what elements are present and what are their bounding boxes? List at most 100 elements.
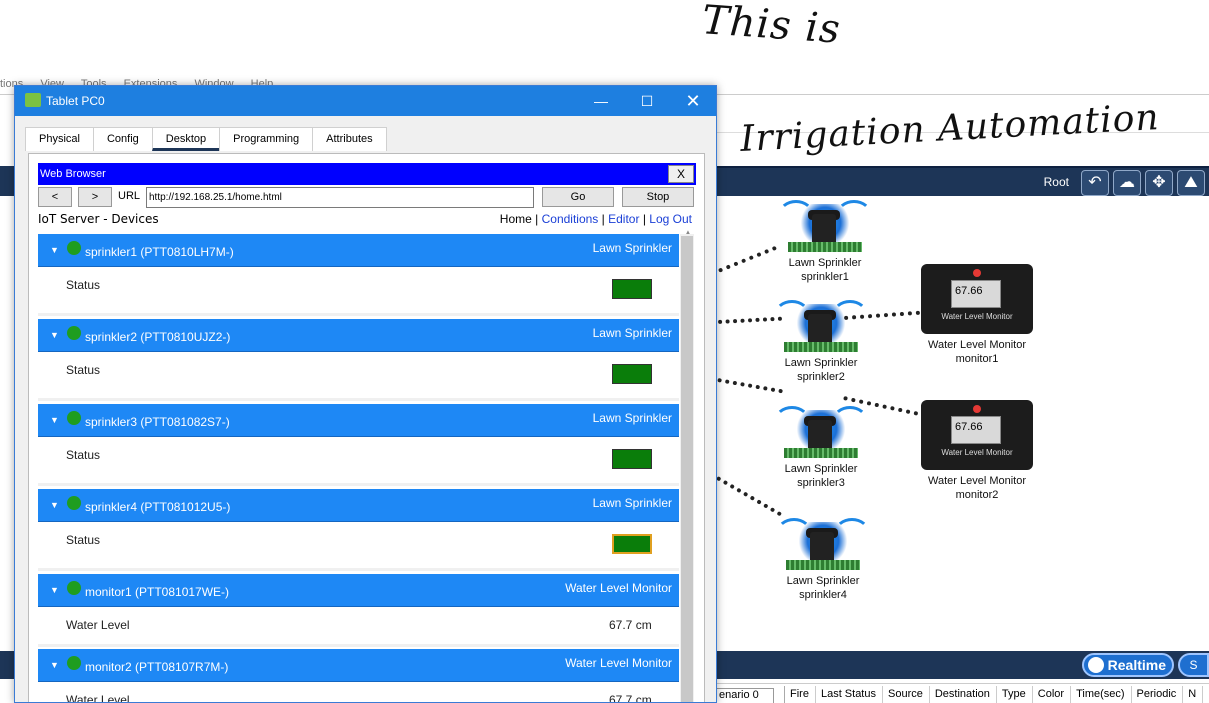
device-type-label: Water Level Monitor (927, 475, 1027, 487)
editor-link[interactable]: Editor (608, 212, 639, 226)
cloud-icon[interactable]: ☁ (1113, 170, 1141, 196)
water-level-monitor-icon: 67.66 Water Level Monitor (921, 400, 1033, 470)
go-button[interactable]: Go (542, 187, 614, 207)
simulation-mode-button[interactable]: S (1178, 653, 1209, 677)
monitor-caption: Water Level Monitor (941, 312, 1013, 321)
handwritten-annotation: This is (700, 0, 843, 53)
scrollbar[interactable] (680, 234, 694, 702)
stop-button[interactable]: Stop (622, 187, 694, 207)
property-label: Status (66, 533, 101, 547)
tab-desktop[interactable]: Desktop (151, 127, 221, 151)
water-level-monitor-device[interactable]: 67.66 Water Level Monitor Water Level Mo… (917, 400, 1037, 502)
column-header[interactable]: Color (1033, 686, 1072, 703)
pdu-list-header: enario 0 Fire Last Status Source Destina… (716, 683, 1209, 703)
column-header[interactable]: Time(sec) (1071, 686, 1132, 703)
device-type-label: Lawn Sprinkler (788, 257, 862, 269)
online-status-icon (67, 496, 81, 510)
property-label: Status (66, 448, 101, 462)
handwritten-annotation: Irrigation Automation (739, 97, 1161, 160)
water-level-monitor-device[interactable]: 67.66 Water Level Monitor Water Level Mo… (917, 264, 1037, 366)
sprinkler-device[interactable]: Lawn Sprinkler sprinkler2 (766, 296, 876, 384)
column-header[interactable]: Source (883, 686, 930, 703)
status-toggle[interactable] (612, 279, 652, 299)
device-header[interactable]: ▼ monitor1 (PTT081017WE-) Water Level Mo… (38, 574, 679, 607)
tab-physical[interactable]: Physical (25, 127, 94, 151)
column-header[interactable]: Type (997, 686, 1033, 703)
device-name: sprinkler3 (PTT081082S7-) (85, 415, 230, 429)
tab-programming[interactable]: Programming (219, 127, 314, 151)
sprinkler-device[interactable]: Lawn Sprinkler sprinkler4 (768, 514, 878, 602)
device-type: Lawn Sprinkler (592, 241, 672, 255)
chevron-down-icon[interactable]: ▼ (50, 245, 59, 255)
back-arrow-icon[interactable]: ↶ (1081, 170, 1109, 196)
logout-link[interactable]: Log Out (649, 212, 692, 226)
window-tabbar: Physical Config Desktop Programming Attr… (25, 127, 387, 151)
chevron-down-icon[interactable]: ▼ (50, 330, 59, 340)
browser-close-button[interactable]: X (668, 165, 694, 183)
chevron-down-icon[interactable]: ▼ (50, 660, 59, 670)
sprinkler-device[interactable]: Lawn Sprinkler sprinkler3 (766, 402, 876, 490)
device-name-label: sprinkler3 (797, 477, 845, 489)
window-titlebar[interactable]: Tablet PC0 — ☐ ✕ (15, 86, 716, 116)
property-label: Status (66, 278, 101, 292)
device-name: sprinkler1 (PTT0810LH7M-) (85, 245, 234, 259)
background-image-icon[interactable]: ⛰ (1177, 170, 1205, 196)
device-header[interactable]: ▼ monitor2 (PTT08107R7M-) Water Level Mo… (38, 649, 679, 682)
tablet-app-icon (25, 93, 41, 107)
lawn-sprinkler-icon (766, 402, 876, 462)
device-header[interactable]: ▼ sprinkler1 (PTT0810LH7M-) Lawn Sprinkl… (38, 234, 679, 267)
move-icon[interactable]: ✥ (1145, 170, 1173, 196)
tab-config[interactable]: Config (92, 127, 153, 151)
monitor-caption: Water Level Monitor (941, 448, 1013, 457)
tab-attributes[interactable]: Attributes (312, 127, 387, 151)
device-header[interactable]: ▼ sprinkler3 (PTT081082S7-) Lawn Sprinkl… (38, 404, 679, 437)
device-name-label: sprinkler2 (797, 371, 845, 383)
device-name: sprinkler4 (PTT081012U5-) (85, 500, 231, 514)
lawn-sprinkler-icon (770, 196, 880, 256)
device-header[interactable]: ▼ sprinkler4 (PTT081012U5-) Lawn Sprinkl… (38, 489, 679, 522)
device-name-label: sprinkler1 (801, 271, 849, 283)
device-list: ▼ sprinkler1 (PTT0810LH7M-) Lawn Sprinkl… (38, 234, 679, 702)
chevron-down-icon[interactable]: ▼ (50, 585, 59, 595)
property-label: Water Level (66, 618, 130, 632)
scenario-select[interactable]: enario 0 (716, 688, 774, 703)
url-input[interactable] (146, 187, 534, 208)
device-type-label: Water Level Monitor (927, 339, 1027, 351)
minimize-icon[interactable]: — (578, 86, 624, 116)
chevron-down-icon[interactable]: ▼ (50, 415, 59, 425)
online-status-icon (67, 326, 81, 340)
close-icon[interactable]: ✕ (670, 86, 716, 116)
back-button[interactable]: < (38, 187, 72, 207)
device-body: Status (38, 522, 679, 571)
status-toggle[interactable] (612, 534, 652, 554)
home-link[interactable]: Home (500, 212, 532, 226)
link-separator: | (642, 212, 646, 226)
realtime-mode-button[interactable]: Realtime (1082, 653, 1174, 677)
device-body: Status (38, 267, 679, 316)
forward-button[interactable]: > (78, 187, 112, 207)
maximize-icon[interactable]: ☐ (624, 86, 670, 116)
monitor-reading: 67.66 (951, 416, 1001, 444)
logical-toolbar: Root ↶ ☁ ✥ ⛰ (716, 166, 1209, 196)
device-body: Water Level 67.7 cm (38, 607, 679, 647)
sprinkler-device[interactable]: Lawn Sprinkler sprinkler1 (770, 196, 880, 284)
device-item: ▼ monitor1 (PTT081017WE-) Water Level Mo… (38, 574, 679, 649)
column-header[interactable]: Last Status (816, 686, 883, 703)
column-header[interactable]: Destination (930, 686, 997, 703)
link-separator: | (535, 212, 539, 226)
device-name-label: sprinkler4 (799, 589, 847, 601)
scrollbar-thumb[interactable] (681, 236, 693, 702)
browser-title: Web Browser (40, 168, 106, 180)
logical-workspace-canvas[interactable]: Lawn Sprinkler sprinkler1 Lawn Sprinkler… (716, 196, 1209, 633)
device-header[interactable]: ▼ sprinkler2 (PTT0810UJZ2-) Lawn Sprinkl… (38, 319, 679, 352)
device-item: ▼ sprinkler4 (PTT081012U5-) Lawn Sprinkl… (38, 489, 679, 574)
column-header[interactable]: Fire (785, 686, 816, 703)
column-header[interactable]: N (1183, 686, 1204, 703)
conditions-link[interactable]: Conditions (542, 212, 599, 226)
column-header[interactable]: Periodic (1132, 686, 1184, 703)
device-body: Status (38, 352, 679, 401)
status-toggle[interactable] (612, 449, 652, 469)
device-name: monitor2 (PTT08107R7M-) (85, 660, 229, 674)
chevron-down-icon[interactable]: ▼ (50, 500, 59, 510)
status-toggle[interactable] (612, 364, 652, 384)
